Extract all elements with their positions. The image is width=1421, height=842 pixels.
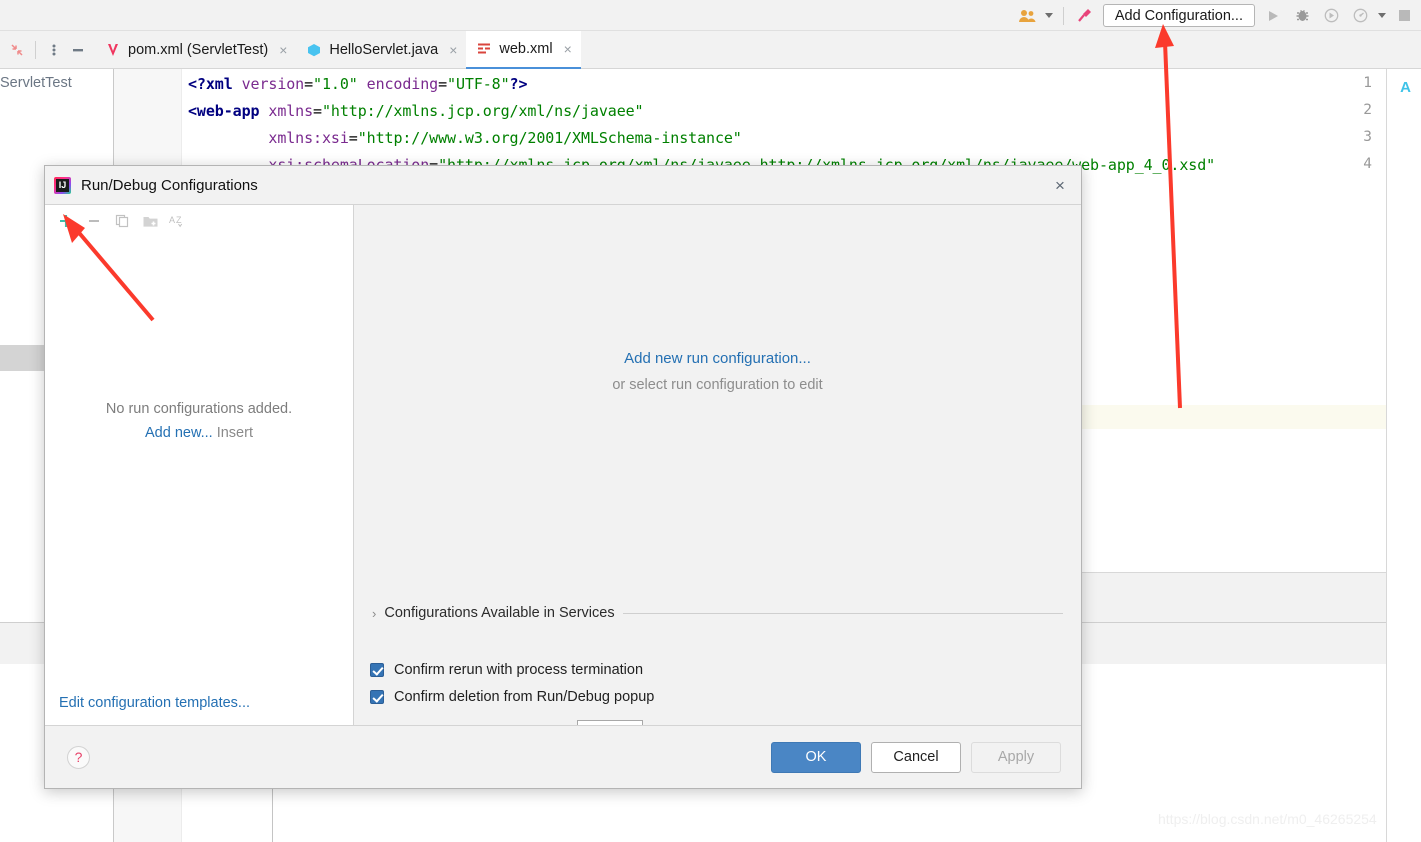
build-hammer-icon[interactable] bbox=[1074, 5, 1096, 27]
toolbar-separator bbox=[1062, 6, 1064, 25]
code-token: version bbox=[241, 75, 305, 93]
confirm-rerun-label: Confirm rerun with process termination bbox=[394, 662, 644, 678]
code-token: "http://www.w3.org/2001/XMLSchema-instan… bbox=[357, 129, 742, 147]
tabstrip-separator bbox=[35, 40, 36, 59]
dialog-footer: ? OK Cancel Apply bbox=[45, 725, 1081, 788]
profiler-icon[interactable] bbox=[1349, 5, 1371, 27]
editor-tab-label: web.xml bbox=[499, 40, 553, 57]
services-section-header[interactable]: › Configurations Available in Services bbox=[372, 605, 1063, 621]
confirm-deletion-label: Confirm deletion from Run/Debug popup bbox=[394, 689, 655, 705]
close-tab-icon[interactable]: × bbox=[449, 42, 457, 58]
chevron-right-icon[interactable]: › bbox=[372, 606, 376, 621]
close-tab-icon[interactable]: × bbox=[564, 41, 572, 57]
run-dropdown-caret-icon[interactable] bbox=[1378, 13, 1386, 18]
java-class-icon bbox=[306, 42, 322, 58]
edit-configuration-templates-link[interactable]: Edit configuration templates... bbox=[59, 695, 250, 711]
ide-window: ServletTest 1234 <?xml version="1.0" enc… bbox=[0, 0, 1421, 842]
hide-panel-icon[interactable] bbox=[67, 39, 89, 61]
code-token: encoding bbox=[366, 75, 439, 93]
code-token: ?> bbox=[509, 75, 528, 93]
stop-icon[interactable] bbox=[1393, 5, 1415, 27]
watermark-text: https://blog.csdn.net/m0_46265254 bbox=[1158, 811, 1377, 827]
intellij-idea-logo-icon: IJ bbox=[54, 176, 71, 194]
confirm-deletion-checkbox-row[interactable]: Confirm deletion from Run/Debug popup bbox=[370, 689, 654, 705]
inspection-gutter[interactable]: A bbox=[1386, 69, 1421, 842]
configuration-detail-pane: Add new run configuration... or select r… bbox=[354, 204, 1081, 746]
dialog-body: A Z No run configurations added. Add new… bbox=[45, 204, 1081, 746]
copy-configuration-icon bbox=[110, 209, 134, 233]
more-options-icon[interactable] bbox=[43, 39, 65, 61]
code-line-2: <web-app xmlns="http://xmlns.jcp.org/xml… bbox=[188, 102, 644, 120]
editor-tab-1[interactable]: pom.xml (ServletTest) × bbox=[95, 31, 296, 69]
add-new-run-configuration-link[interactable]: Add new run configuration... bbox=[354, 350, 1081, 367]
maven-icon bbox=[105, 42, 121, 58]
inspection-status-icon[interactable]: A bbox=[1400, 79, 1411, 96]
cancel-button[interactable]: Cancel bbox=[871, 741, 961, 773]
users-dropdown-caret-icon[interactable] bbox=[1044, 13, 1053, 18]
code-token: = bbox=[304, 75, 314, 93]
detail-hint-text: or select run configuration to edit bbox=[612, 377, 823, 393]
sort-alphabetically-icon: A Z bbox=[166, 209, 190, 233]
users-icon[interactable] bbox=[1016, 5, 1038, 27]
code-line-3: xmlns:xsi="http://www.w3.org/2001/XMLSch… bbox=[188, 129, 742, 147]
close-icon[interactable]: × bbox=[1049, 175, 1071, 197]
code-token: = bbox=[438, 75, 448, 93]
dialog-title: Run/Debug Configurations bbox=[81, 176, 258, 194]
code-token: "1.0" bbox=[313, 75, 358, 93]
editor-tab-3[interactable]: web.xml × bbox=[466, 30, 581, 69]
code-token: "http://xmlns.jcp.org/xml/ns/javaee" bbox=[321, 102, 644, 120]
svg-text:A: A bbox=[169, 215, 175, 225]
run-debug-configurations-dialog: IJ Run/Debug Configurations × A Z No run… bbox=[44, 165, 1082, 789]
tabs-container: pom.xml (ServletTest) × HelloServlet.java ×… bbox=[95, 30, 581, 69]
detail-empty-state: Add new run configuration... or select r… bbox=[354, 350, 1081, 393]
editor-tabstrip: pom.xml (ServletTest) × HelloServlet.java ×… bbox=[0, 30, 1421, 69]
run-icon[interactable] bbox=[1262, 5, 1284, 27]
code-token: xmlns bbox=[268, 102, 314, 120]
code-token: xmlns:xsi bbox=[268, 129, 349, 147]
no-configurations-empty-state: No run configurations added. Add new... I… bbox=[45, 401, 353, 441]
configurations-toolbar: A Z bbox=[45, 205, 353, 237]
apply-button: Apply bbox=[971, 741, 1061, 773]
add-configuration-button[interactable]: Add Configuration... bbox=[1102, 4, 1255, 27]
editor-tab-label: HelloServlet.java bbox=[329, 41, 439, 58]
services-section-label: Configurations Available in Services bbox=[384, 605, 615, 621]
code-token: = bbox=[313, 102, 322, 120]
code-token: <?xml bbox=[188, 75, 242, 93]
ide-toolbar: Add Configuration... bbox=[0, 0, 1421, 31]
add-new-link[interactable]: Add new... bbox=[145, 425, 213, 441]
ok-button[interactable]: OK bbox=[771, 741, 861, 773]
debug-icon[interactable] bbox=[1291, 5, 1313, 27]
svg-text:Z: Z bbox=[176, 215, 182, 225]
editor-tab-2[interactable]: HelloServlet.java × bbox=[296, 31, 466, 69]
project-breadcrumb: ServletTest bbox=[0, 75, 72, 91]
new-folder-icon bbox=[138, 209, 162, 233]
code-token: "UTF-8" bbox=[447, 75, 510, 93]
section-rule bbox=[622, 612, 1063, 614]
close-tab-icon[interactable]: × bbox=[279, 42, 287, 58]
left-panel-highlight-band bbox=[0, 345, 44, 371]
run-with-coverage-icon[interactable] bbox=[1320, 5, 1342, 27]
code-line-1: <?xml version="1.0" encoding="UTF-8"?> bbox=[188, 75, 528, 93]
configurations-list-pane: A Z No run configurations added. Add new… bbox=[45, 204, 354, 727]
remove-configuration-icon bbox=[82, 209, 106, 233]
help-icon[interactable]: ? bbox=[67, 745, 90, 769]
editor-tab-label: pom.xml (ServletTest) bbox=[128, 41, 269, 58]
add-new-shortcut: Insert bbox=[216, 425, 253, 441]
empty-state-message: No run configurations added. bbox=[105, 401, 293, 417]
xml-file-icon bbox=[476, 41, 492, 57]
confirm-rerun-checkbox[interactable] bbox=[370, 663, 384, 677]
collapse-all-icon[interactable] bbox=[6, 39, 28, 61]
dialog-titlebar: IJ Run/Debug Configurations × bbox=[45, 166, 1081, 204]
confirm-rerun-checkbox-row[interactable]: Confirm rerun with process termination bbox=[370, 662, 643, 678]
add-configuration-icon[interactable] bbox=[54, 209, 78, 233]
code-token: = bbox=[348, 129, 358, 147]
code-token: <web-app bbox=[188, 102, 269, 120]
confirm-deletion-checkbox[interactable] bbox=[370, 690, 384, 704]
